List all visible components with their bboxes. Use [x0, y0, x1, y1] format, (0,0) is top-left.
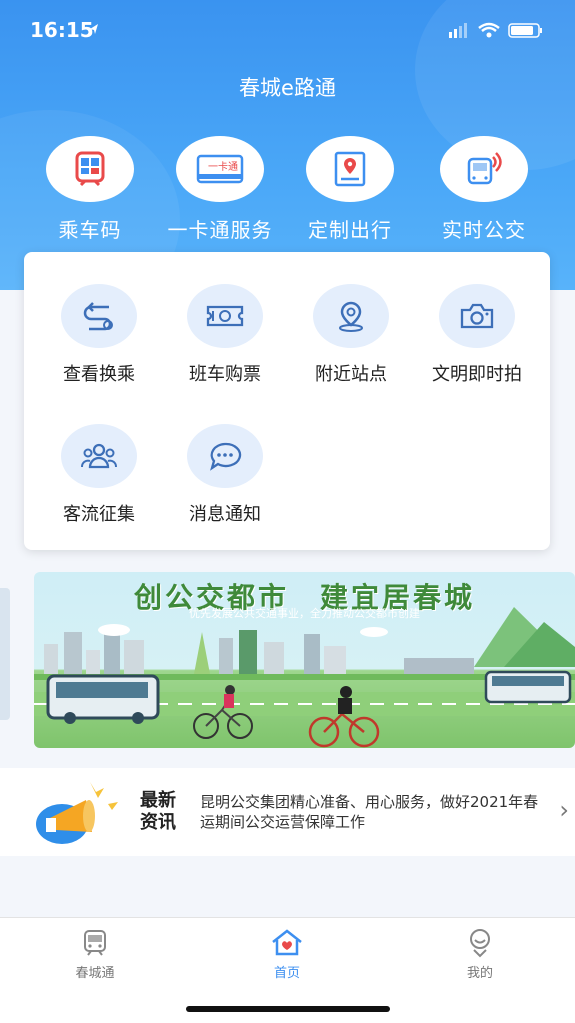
- realtime-bus-icon: [440, 136, 528, 202]
- nav-label: 一卡通服务: [167, 218, 273, 242]
- card-text: 一卡通: [208, 160, 238, 173]
- service-label: 查看换乘: [63, 364, 135, 385]
- location-arrow-icon: [90, 24, 98, 34]
- carousel-prev-peek[interactable]: [0, 588, 10, 720]
- service-label: 附近站点: [315, 364, 387, 385]
- location-pin-icon: [313, 284, 389, 348]
- service-transfer[interactable]: 查看换乘: [36, 284, 162, 386]
- status-time: 16:15: [30, 18, 94, 42]
- news-ticker[interactable]: 最新 资讯 昆明公交集团精心准备、用心服务，做好2021年春运期间公交运营保障工…: [0, 768, 575, 856]
- service-label: 班车购票: [189, 364, 261, 385]
- nav-label: 乘车码: [58, 218, 122, 242]
- header: 16:15 春城e路通 乘车码 一卡通 一卡通服务 定制出行 实时公交: [0, 0, 575, 290]
- news-tag-line2: 资讯: [140, 812, 176, 833]
- nav-custom-trip[interactable]: 定制出行: [285, 136, 415, 243]
- tab-label: 春城通: [75, 966, 115, 981]
- passenger-group-icon: [61, 424, 137, 488]
- megaphone-icon: [36, 782, 118, 844]
- nav-ride-code[interactable]: 乘车码: [25, 136, 155, 243]
- service-civic-photo[interactable]: 文明即时拍: [414, 284, 540, 386]
- nav-realtime-bus[interactable]: 实时公交: [419, 136, 549, 243]
- tab-label: 我的: [466, 966, 493, 981]
- tab-home[interactable]: 首页: [227, 928, 347, 981]
- status-bar: 16:15: [0, 14, 575, 48]
- nav-card-service[interactable]: 一卡通 一卡通服务: [155, 136, 285, 243]
- transit-card-icon: 一卡通: [176, 136, 264, 202]
- service-label: 客流征集: [63, 504, 135, 525]
- home-heart-icon: [272, 929, 302, 956]
- bus-qr-icon: [46, 136, 134, 202]
- bus-icon: [84, 930, 106, 956]
- home-indicator[interactable]: [186, 1006, 390, 1012]
- profile-icon: [470, 929, 490, 958]
- signal-wifi-battery-icon: [449, 22, 542, 38]
- app-title: 春城e路通: [239, 76, 336, 100]
- news-tag: 最新 资讯: [140, 790, 176, 834]
- banner-illustration: [34, 607, 575, 748]
- tab-label: 首页: [273, 966, 300, 981]
- transfer-route-icon: [61, 284, 137, 348]
- ticket-icon: [187, 284, 263, 348]
- news-headline[interactable]: 昆明公交集团精心准备、用心服务，做好2021年春运期间公交运营保障工作: [200, 792, 545, 832]
- nav-label: 定制出行: [308, 218, 392, 242]
- service-label: 消息通知: [189, 504, 261, 525]
- service-nearby-stops[interactable]: 附近站点: [288, 284, 414, 386]
- custom-trip-icon: [306, 136, 394, 202]
- message-bubble-icon: [187, 424, 263, 488]
- nav-label: 实时公交: [442, 218, 526, 242]
- news-tag-line1: 最新: [140, 790, 176, 811]
- status-icons: [449, 20, 549, 44]
- service-label: 文明即时拍: [432, 364, 522, 385]
- service-messages[interactable]: 消息通知: [162, 424, 288, 526]
- tab-chuncheng[interactable]: 春城通: [35, 928, 155, 981]
- services-card: 查看换乘 班车购票 附近站点 文明即时拍 客流征集 消息通知: [24, 252, 550, 550]
- service-ticket[interactable]: 班车购票: [162, 284, 288, 386]
- camera-icon: [439, 284, 515, 348]
- service-passenger-survey[interactable]: 客流征集: [36, 424, 162, 526]
- tab-mine[interactable]: 我的: [420, 928, 540, 981]
- chevron-right-icon[interactable]: ›: [559, 796, 569, 824]
- promo-banner[interactable]: 创公交都市 建宜居春城 优先发展公共交通事业，全力推动公交都市创建: [34, 572, 575, 748]
